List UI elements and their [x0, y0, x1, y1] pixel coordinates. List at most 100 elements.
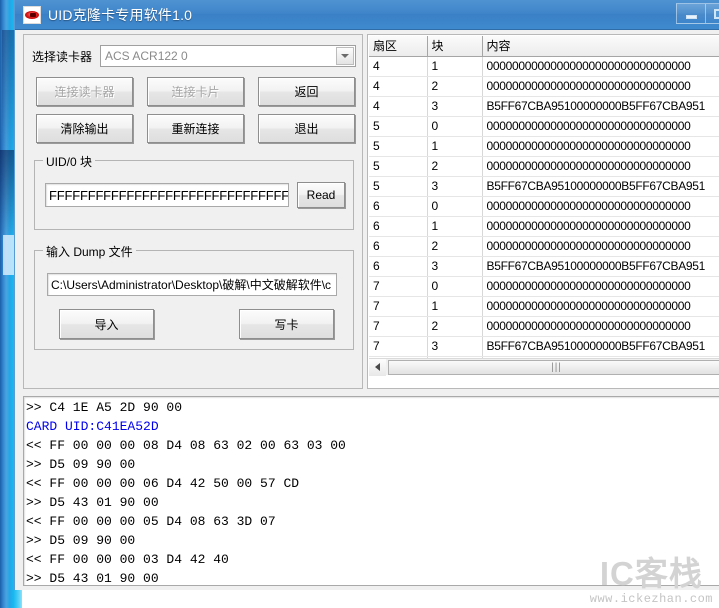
table-horizontal-scrollbar[interactable]: |||: [369, 358, 719, 375]
column-header-sector[interactable]: 扇区: [369, 36, 427, 56]
table-row[interactable]: 6100000000000000000000000000000000: [369, 216, 719, 236]
cell-content: 00000000000000000000000000000000: [482, 56, 719, 76]
connect-card-button[interactable]: 连接卡片: [147, 77, 244, 106]
window-controls: [676, 3, 719, 25]
application-window: UID克隆卡专用软件1.0 选择读卡器 ACS ACR122 0 连接读卡器: [14, 0, 719, 590]
reader-combobox[interactable]: ACS ACR122 0: [100, 45, 356, 67]
table-row[interactable]: 43B5FF67CBA95100000000B5FF67CBA951: [369, 96, 719, 116]
cell-content: B5FF67CBA95100000000B5FF67CBA951: [482, 336, 719, 356]
connect-reader-button[interactable]: 连接读卡器: [36, 77, 133, 106]
cell-content: 00000000000000000000000000000000: [482, 216, 719, 236]
table-row[interactable]: 4200000000000000000000000000000000: [369, 76, 719, 96]
table-row[interactable]: 7100000000000000000000000000000000: [369, 296, 719, 316]
console-line: << FF 00 00 00 05 D4 08 63 3D 07: [26, 512, 719, 531]
write-card-button[interactable]: 写卡: [239, 309, 334, 339]
minimize-button[interactable]: [676, 3, 705, 24]
console-line: << FF 00 00 00 03 D4 42 40: [26, 550, 719, 569]
console-line: << FF 00 00 00 06 D4 42 50 00 57 CD: [26, 474, 719, 493]
table-row[interactable]: 5000000000000000000000000000000000: [369, 116, 719, 136]
cell-content: B5FF67CBA95100000000B5FF67CBA951: [482, 176, 719, 196]
exit-button[interactable]: 退出: [258, 114, 355, 143]
console-line: >> C4 1E A5 2D 90 00: [26, 398, 719, 417]
arrow-left-icon[interactable]: [369, 359, 386, 376]
column-header-content[interactable]: 内容: [482, 36, 719, 56]
cell-content: 00000000000000000000000000000000: [482, 196, 719, 216]
table-row[interactable]: 6200000000000000000000000000000000: [369, 236, 719, 256]
cell-block: 3: [427, 96, 482, 116]
button-row-secondary: 清除输出 重新连接 退出: [36, 114, 356, 143]
console-line: << FF 00 00 00 08 D4 08 63 02 00 63 03 0…: [26, 436, 719, 455]
cell-block: 1: [427, 296, 482, 316]
cell-sector: 5: [369, 176, 427, 196]
cell-block: 2: [427, 156, 482, 176]
cell-sector: 7: [369, 276, 427, 296]
back-button[interactable]: 返回: [258, 77, 355, 106]
cell-block: 1: [427, 56, 482, 76]
cell-content: 00000000000000000000000000000000: [482, 316, 719, 336]
console-line: CARD UID:C41EA52D: [26, 417, 719, 436]
cell-sector: 7: [369, 296, 427, 316]
import-button[interactable]: 导入: [59, 309, 154, 339]
minimize-icon: [686, 15, 697, 19]
cell-sector: 6: [369, 256, 427, 276]
dump-button-row: 导入 写卡: [59, 309, 334, 339]
cell-sector: 7: [369, 336, 427, 356]
table-header-row: 扇区 块 内容: [369, 36, 719, 56]
cell-sector: 6: [369, 196, 427, 216]
cell-content: 00000000000000000000000000000000: [482, 236, 719, 256]
watermark-url: www.ickezhan.com: [590, 592, 713, 606]
cell-sector: 4: [369, 96, 427, 116]
cell-sector: 5: [369, 156, 427, 176]
cell-block: 3: [427, 256, 482, 276]
table-row[interactable]: 73B5FF67CBA95100000000B5FF67CBA951: [369, 336, 719, 356]
sector-table-body: 4100000000000000000000000000000000420000…: [369, 56, 719, 368]
chevron-down-icon[interactable]: [336, 47, 354, 65]
cell-block: 1: [427, 136, 482, 156]
table-row[interactable]: 5100000000000000000000000000000000: [369, 136, 719, 156]
cell-content: 00000000000000000000000000000000: [482, 276, 719, 296]
cell-block: 0: [427, 276, 482, 296]
sector-table-scroll-area[interactable]: 扇区 块 内容 41000000000000000000000000000000…: [369, 36, 719, 368]
sector-table-panel: 扇区 块 内容 41000000000000000000000000000000…: [367, 34, 719, 389]
reader-label: 选择读卡器: [32, 48, 92, 65]
cell-block: 3: [427, 336, 482, 356]
uid-input[interactable]: FFFFFFFFFFFFFFFFFFFFFFFFFFFFFFFF: [45, 183, 289, 207]
button-row-primary: 连接读卡器 连接卡片 返回: [36, 77, 356, 106]
form-panel: 选择读卡器 ACS ACR122 0 连接读卡器 连接卡片 返回 清除输出 重新…: [23, 34, 363, 389]
maximize-button[interactable]: [705, 3, 719, 24]
cell-content: 00000000000000000000000000000000: [482, 296, 719, 316]
cell-sector: 6: [369, 216, 427, 236]
table-row[interactable]: 5200000000000000000000000000000000: [369, 156, 719, 176]
cell-content: 00000000000000000000000000000000: [482, 156, 719, 176]
console-line: >> D5 43 01 90 00: [26, 569, 719, 586]
scrollbar-thumb[interactable]: |||: [388, 360, 719, 375]
cell-block: 3: [427, 176, 482, 196]
clear-output-button[interactable]: 清除输出: [36, 114, 133, 143]
cell-content: 00000000000000000000000000000000: [482, 76, 719, 96]
read-button[interactable]: Read: [297, 182, 345, 208]
table-row[interactable]: 63B5FF67CBA95100000000B5FF67CBA951: [369, 256, 719, 276]
title-bar[interactable]: UID克隆卡专用软件1.0: [15, 0, 719, 30]
cell-block: 0: [427, 196, 482, 216]
cell-block: 1: [427, 216, 482, 236]
dump-file-path-input[interactable]: C:\Users\Administrator\Desktop\破解\中文破解软件…: [47, 273, 337, 296]
cell-sector: 6: [369, 236, 427, 256]
reconnect-button[interactable]: 重新连接: [147, 114, 244, 143]
table-row[interactable]: 7000000000000000000000000000000000: [369, 276, 719, 296]
console-output[interactable]: >> C4 1E A5 2D 90 00CARD UID:C41EA52D<< …: [23, 396, 719, 586]
table-row[interactable]: 53B5FF67CBA95100000000B5FF67CBA951: [369, 176, 719, 196]
dump-file-group-box: 输入 Dump 文件 C:\Users\Administrator\Deskto…: [34, 250, 354, 350]
maximize-icon: [714, 9, 719, 19]
console-line: >> D5 09 90 00: [26, 531, 719, 550]
sector-table: 扇区 块 内容 41000000000000000000000000000000…: [369, 36, 719, 368]
column-header-block[interactable]: 块: [427, 36, 482, 56]
console-line: >> D5 09 90 00: [26, 455, 719, 474]
table-row[interactable]: 4100000000000000000000000000000000: [369, 56, 719, 76]
cell-block: 2: [427, 76, 482, 96]
cell-content: B5FF67CBA95100000000B5FF67CBA951: [482, 256, 719, 276]
cell-content: B5FF67CBA95100000000B5FF67CBA951: [482, 96, 719, 116]
table-row[interactable]: 7200000000000000000000000000000000: [369, 316, 719, 336]
table-row[interactable]: 6000000000000000000000000000000000: [369, 196, 719, 216]
client-area: 选择读卡器 ACS ACR122 0 连接读卡器 连接卡片 返回 清除输出 重新…: [15, 30, 719, 590]
console-line: >> D5 43 01 90 00: [26, 493, 719, 512]
